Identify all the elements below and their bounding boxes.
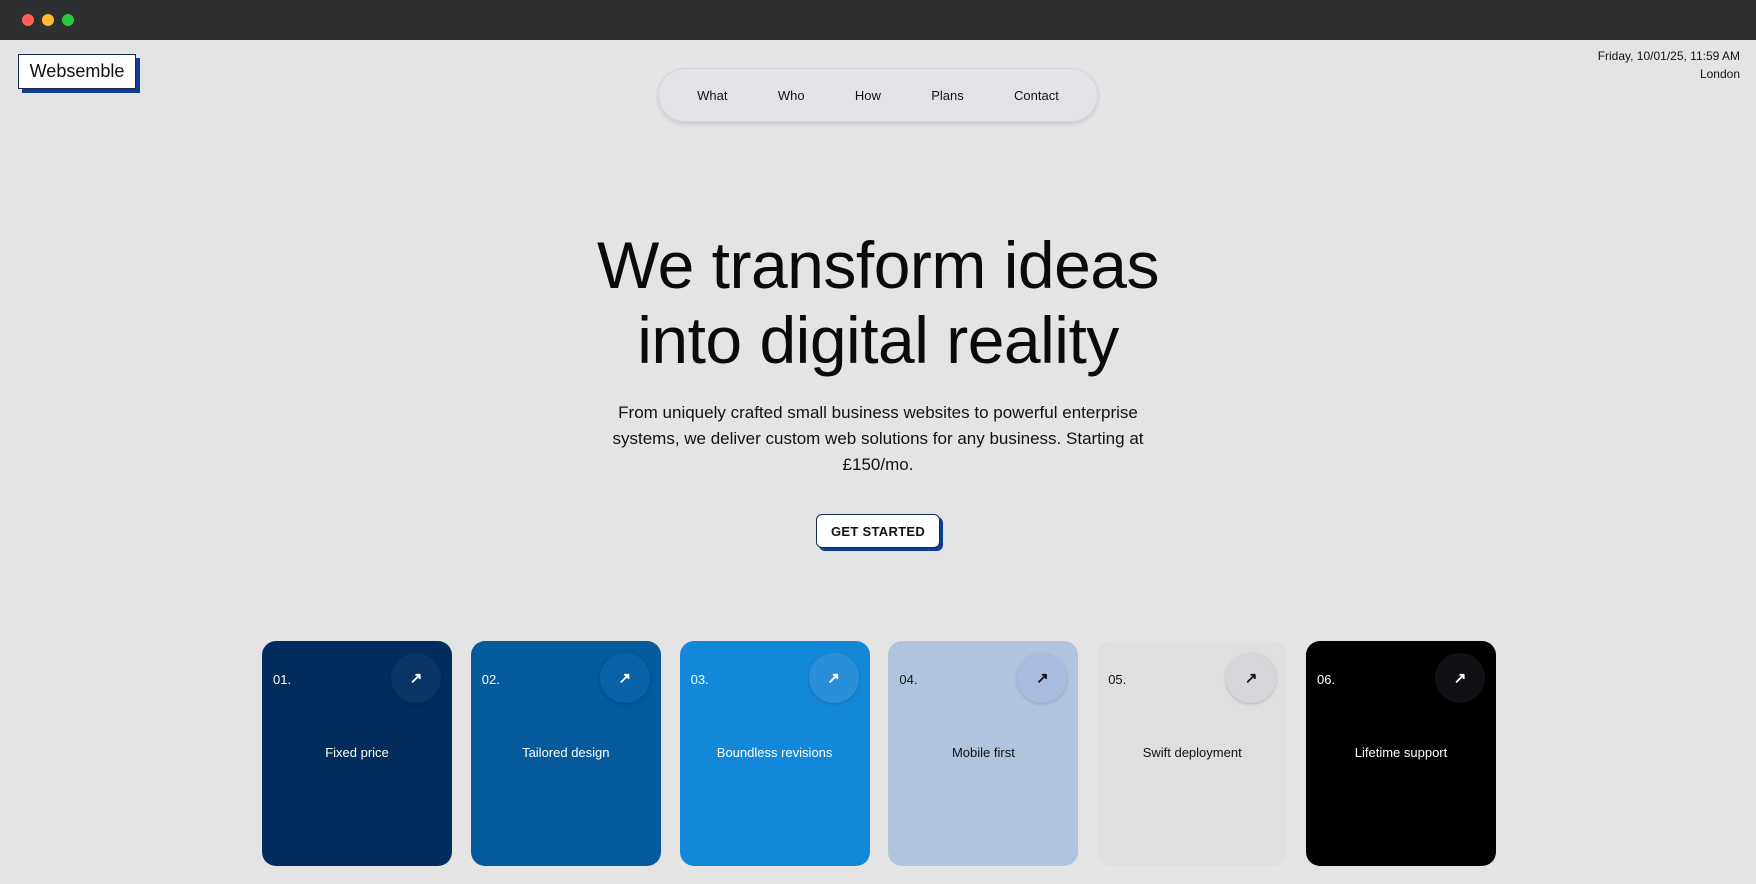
- feature-card-open-button[interactable]: ↗: [599, 653, 650, 703]
- nav-item-plans[interactable]: Plans: [921, 82, 974, 109]
- maximize-window-icon[interactable]: [62, 14, 74, 26]
- arrow-up-right-icon: ↗: [1453, 670, 1467, 687]
- arrow-up-right-icon: ↗: [409, 670, 423, 687]
- feature-card-number: 01.: [273, 672, 292, 687]
- hero-title: We transform ideas into digital reality: [478, 228, 1278, 378]
- feature-card-label: Mobile first: [951, 745, 1015, 760]
- feature-card-label: Boundless revisions: [716, 745, 833, 760]
- feature-card-number: 05.: [1108, 672, 1127, 687]
- nav-item-what[interactable]: What: [687, 82, 737, 109]
- hero-title-line-2: into digital reality: [637, 303, 1119, 377]
- page: Websemble What Who How Plans Contact Fri…: [0, 40, 1756, 884]
- brand-logo[interactable]: Websemble: [18, 54, 136, 89]
- feature-card-open-button[interactable]: ↗: [1435, 653, 1485, 703]
- feature-card[interactable]: 04. ↗ Mobile first: [888, 641, 1079, 866]
- feature-card[interactable]: 03. ↗ Boundless revisions: [679, 641, 870, 866]
- datetime-stamp: Friday, 10/01/25, 11:59 AM: [1597, 49, 1740, 63]
- datetime-display: Friday, 10/01/25, 11:59 AM London: [1598, 47, 1740, 83]
- feature-card[interactable]: 06. ↗ Lifetime support: [1306, 641, 1496, 866]
- feature-card-label: Tailored design: [522, 745, 610, 760]
- minimize-window-icon[interactable]: [42, 14, 54, 26]
- feature-card[interactable]: 02. ↗ Tailored design: [470, 641, 661, 866]
- arrow-up-right-icon: ↗: [827, 670, 840, 687]
- feature-cards: 01. ↗ Fixed price 02. ↗ Tailored design 03. ↗ Bo…: [262, 641, 1496, 866]
- feature-card-label: Lifetime support: [1354, 745, 1448, 760]
- hero-subtitle: From uniquely crafted small business web…: [612, 403, 1144, 474]
- feature-card-number: 02.: [481, 672, 500, 687]
- feature-card-open-button[interactable]: ↗: [1226, 653, 1277, 703]
- nav-item-who[interactable]: Who: [768, 82, 815, 109]
- datetime-city: London: [1699, 67, 1740, 81]
- window-titlebar: [0, 0, 1756, 40]
- hero-title-line-1: We transform ideas: [597, 228, 1160, 302]
- close-window-icon[interactable]: [22, 14, 34, 26]
- get-started-button[interactable]: GET STARTED: [816, 514, 940, 548]
- nav-item-how[interactable]: How: [845, 82, 891, 109]
- feature-card-number: 04.: [899, 672, 918, 687]
- feature-card-open-button[interactable]: ↗: [808, 653, 859, 703]
- feature-card-label: Fixed price: [325, 745, 389, 760]
- arrow-up-right-icon: ↗: [618, 670, 632, 687]
- nav-item-contact[interactable]: Contact: [1004, 82, 1069, 109]
- main-nav: What Who How Plans Contact: [658, 68, 1098, 122]
- feature-card-label: Swift deployment: [1142, 745, 1242, 760]
- arrow-up-right-icon: ↗: [1036, 670, 1049, 687]
- feature-card-number: 06.: [1317, 672, 1336, 687]
- feature-card-number: 03.: [690, 672, 709, 687]
- arrow-up-right-icon: ↗: [1244, 670, 1258, 687]
- feature-card[interactable]: 01. ↗ Fixed price: [262, 641, 452, 866]
- feature-card[interactable]: 05. ↗ Swift deployment: [1097, 641, 1288, 866]
- feature-card-open-button[interactable]: ↗: [391, 653, 441, 703]
- feature-card-open-button[interactable]: ↗: [1017, 653, 1068, 703]
